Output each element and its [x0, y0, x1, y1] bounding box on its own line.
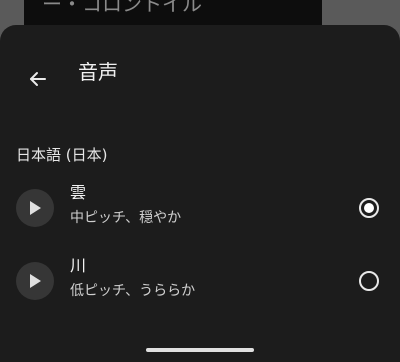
voice-name: 川	[70, 256, 87, 275]
background-card-text: ー・コロントイル	[42, 0, 202, 16]
play-preview-button[interactable]	[16, 189, 54, 227]
arrow-left-icon	[30, 72, 46, 86]
home-indicator[interactable]	[146, 348, 254, 352]
voice-radio-unselected[interactable]	[359, 271, 379, 291]
voice-option-kawa[interactable]: 川 低ピッチ、うららか	[0, 250, 400, 312]
voice-name: 雲	[70, 183, 87, 202]
voice-bottom-sheet: 音声 日本語 (日本) 雲 中ピッチ、穏やか 川 低ピッチ、うららか	[0, 25, 400, 362]
back-button[interactable]	[22, 65, 54, 93]
background-card: ー・コロントイル	[24, 0, 322, 28]
play-icon	[30, 201, 41, 215]
voice-option-kumo[interactable]: 雲 中ピッチ、穏やか	[0, 177, 400, 239]
voice-description: 中ピッチ、穏やか	[70, 210, 182, 226]
language-section-header: 日本語 (日本)	[16, 146, 108, 164]
voice-description: 低ピッチ、うららか	[70, 283, 196, 299]
radio-selected-dot	[364, 203, 374, 213]
play-preview-button[interactable]	[16, 262, 54, 300]
sheet-title: 音声	[78, 60, 118, 84]
play-icon	[30, 274, 41, 288]
voice-radio-selected[interactable]	[359, 198, 379, 218]
